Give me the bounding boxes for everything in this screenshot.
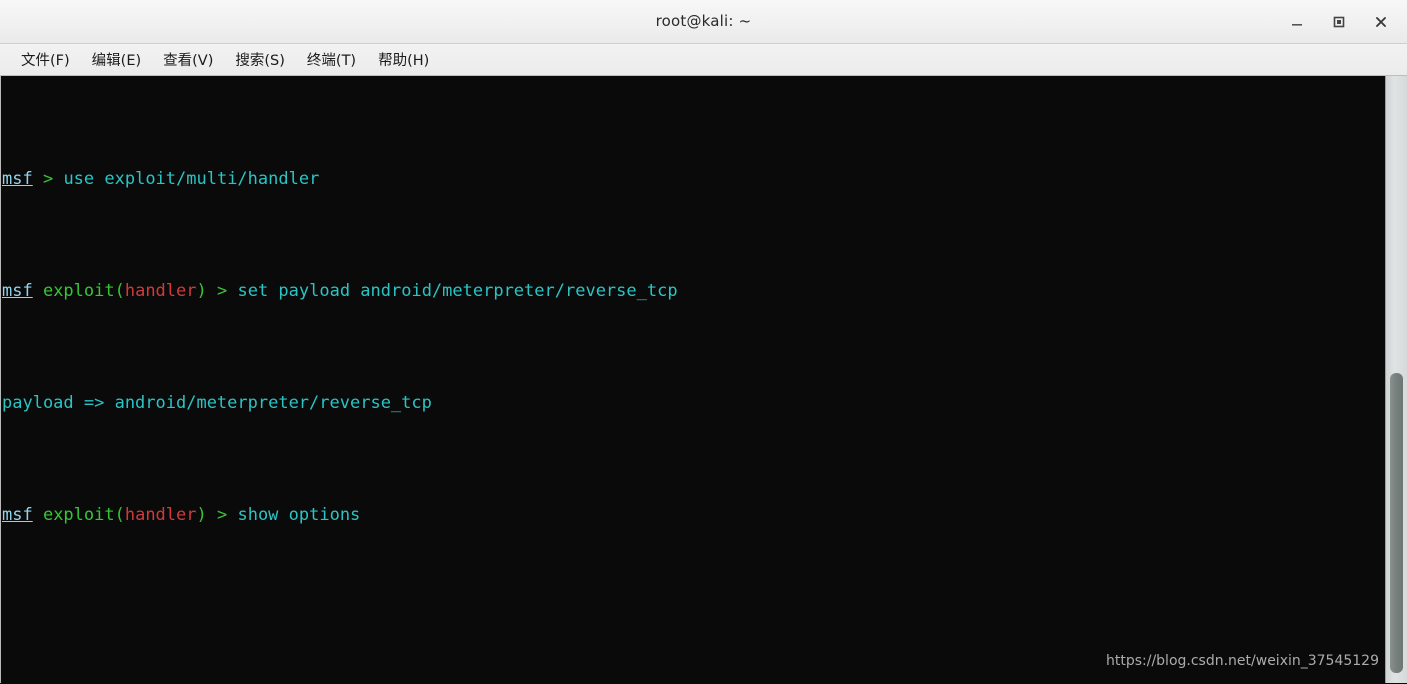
terminal-window: root@kali: ~ 文件(F) 编辑(E) 查看(V) 搜索(S) 终端(… xyxy=(0,0,1407,684)
vertical-scrollbar[interactable] xyxy=(1385,76,1407,683)
prompt-context-close: ) xyxy=(196,504,207,525)
prompt-context-open: exploit( xyxy=(32,504,125,525)
title-bar: root@kali: ~ xyxy=(0,0,1407,44)
terminal-line-prompt-set-payload: msf exploit(handler) > set payload andro… xyxy=(2,280,1385,302)
prompt-context-open: exploit( xyxy=(32,280,125,301)
output-payload-assigned: payload => android/meterpreter/reverse_t… xyxy=(2,392,432,413)
prompt-arrow: > xyxy=(206,280,238,301)
prompt-msf-label: msf xyxy=(2,280,33,301)
terminal-line-prompt-show-options: msf exploit(handler) > show options xyxy=(2,504,1385,526)
terminal-area: msf > use exploit/multi/handler msf expl… xyxy=(0,76,1407,683)
command-show-options: show options xyxy=(237,504,361,525)
minimize-button[interactable] xyxy=(1277,3,1317,41)
terminal-line-payload-set: payload => android/meterpreter/reverse_t… xyxy=(2,392,1385,414)
close-button[interactable] xyxy=(1361,3,1401,41)
menu-item-view[interactable]: 查看(V) xyxy=(152,47,224,73)
window-controls xyxy=(1277,0,1401,43)
menu-item-edit[interactable]: 编辑(E) xyxy=(81,47,152,73)
prompt-module-name: handler xyxy=(124,280,197,301)
menu-item-file[interactable]: 文件(F) xyxy=(10,47,81,73)
prompt-arrow: > xyxy=(32,168,64,189)
window-title: root@kali: ~ xyxy=(655,12,752,30)
command-use: use exploit/multi/handler xyxy=(63,168,320,189)
menu-item-help[interactable]: 帮助(H) xyxy=(367,47,440,73)
prompt-msf-label: msf xyxy=(2,504,33,525)
prompt-module-name: handler xyxy=(124,504,197,525)
prompt-msf-label: msf xyxy=(2,168,33,189)
terminal-line-prompt-use: msf > use exploit/multi/handler xyxy=(2,168,1385,190)
scrollbar-thumb[interactable] xyxy=(1390,373,1403,673)
terminal-output[interactable]: msf > use exploit/multi/handler msf expl… xyxy=(1,76,1385,683)
menu-bar: 文件(F) 编辑(E) 查看(V) 搜索(S) 终端(T) 帮助(H) xyxy=(0,44,1407,76)
maximize-button[interactable] xyxy=(1319,3,1359,41)
command-set-payload: set payload android/meterpreter/reverse_… xyxy=(237,280,678,301)
menu-item-terminal[interactable]: 终端(T) xyxy=(296,47,367,73)
menu-item-search[interactable]: 搜索(S) xyxy=(224,47,296,73)
prompt-arrow: > xyxy=(206,504,238,525)
prompt-context-close: ) xyxy=(196,280,207,301)
